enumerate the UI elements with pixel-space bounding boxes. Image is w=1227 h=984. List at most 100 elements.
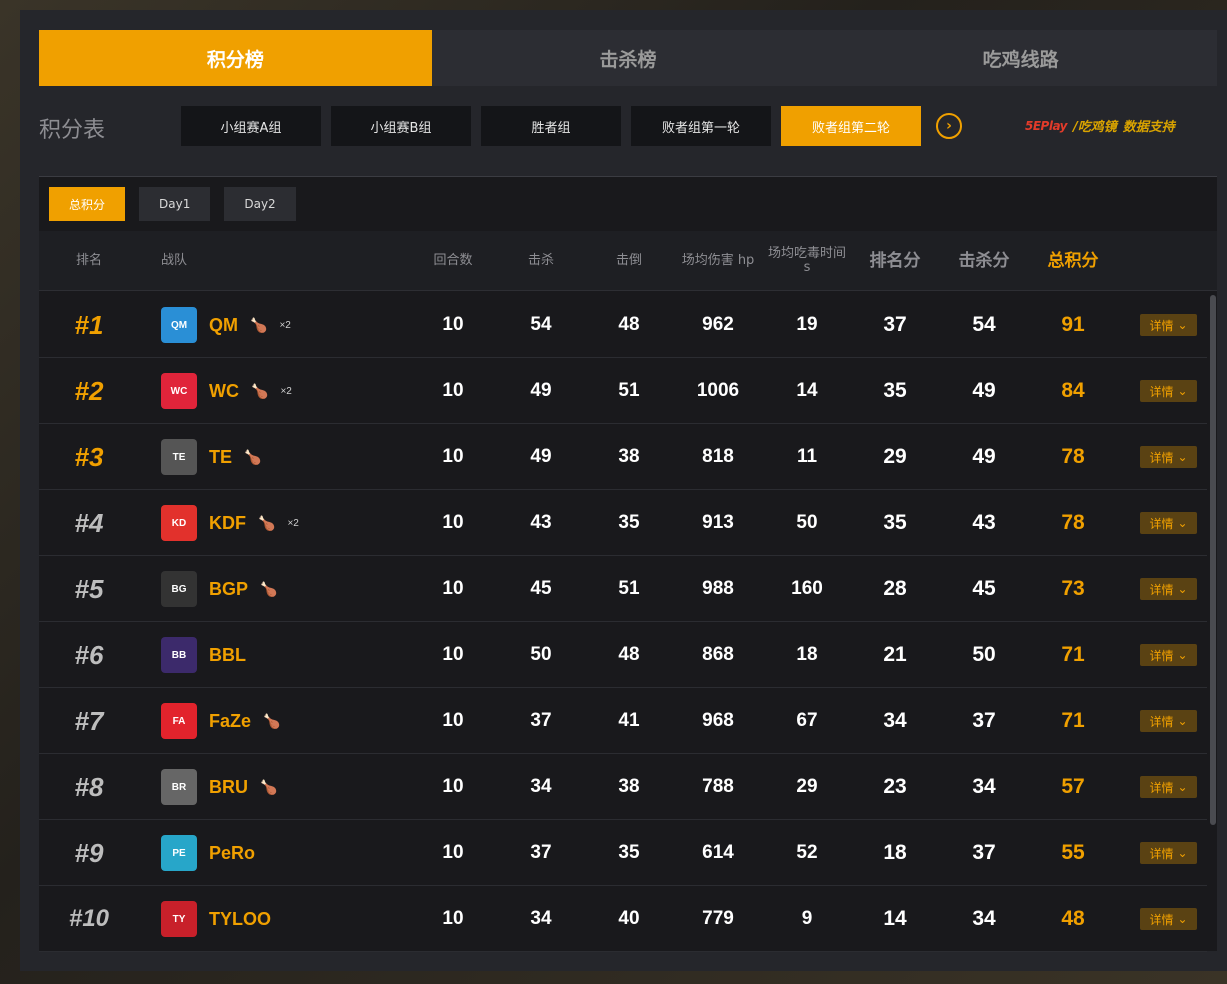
stage-winners-button[interactable]: 胜者组 (481, 106, 621, 146)
place-points: 34 (883, 709, 907, 732)
chicken-dinner-icon: 🍗 (258, 514, 276, 531)
team-cell: FA FaZe 🍗 (161, 688, 421, 754)
next-arrow-icon[interactable]: › (936, 113, 962, 139)
table-row: #4 KD KDF 🍗 ×2 10 43 35 913 50 35 43 78 … (39, 490, 1207, 556)
stage-losers-r1-button[interactable]: 败者组第一轮 (631, 106, 771, 146)
knocks: 40 (618, 908, 640, 929)
sponsor-credit: 5EPlay /吃鸡镜 数据支持 (1025, 116, 1175, 136)
knocks: 48 (618, 314, 640, 335)
detail-button[interactable]: 详情 ⌄ (1140, 842, 1197, 864)
table-row: #2 WC WC 🍗 ×2 10 49 51 1006 14 35 49 84 … (39, 358, 1207, 424)
team-name: FaZe (209, 710, 252, 731)
detail-button[interactable]: 详情 ⌄ (1140, 446, 1197, 468)
kills: 37 (530, 842, 552, 863)
avg-poison-time: 19 (796, 314, 818, 335)
page-title: 积分表 (39, 118, 106, 143)
header-avg-damage: 场均伤害 hp (681, 253, 755, 268)
rank: #4 (74, 507, 104, 538)
header-rank: 排名 (75, 253, 102, 268)
tab-day1[interactable]: Day1 (139, 187, 211, 221)
table-row: #1 QM QM 🍗 ×2 10 54 48 962 19 37 54 91 详… (39, 292, 1207, 358)
chevron-down-icon: ⌄ (1177, 714, 1188, 728)
kill-points: 49 (972, 379, 996, 402)
detail-label: 详情 (1149, 384, 1174, 399)
place-points: 14 (883, 907, 907, 930)
total-points: 78 (1061, 511, 1085, 534)
header-place-points: 排名分 (869, 251, 921, 271)
team-name: TYLOO (209, 908, 271, 929)
team-logo: WC (161, 373, 197, 409)
team-logo: KD (161, 505, 197, 541)
kills: 45 (530, 578, 552, 599)
kills: 37 (530, 710, 552, 731)
sponsor-logo-2: /吃鸡镜 (1073, 120, 1117, 135)
header-total-points: 总积分 (1047, 251, 1099, 271)
avg-poison-time: 67 (796, 710, 818, 731)
tab-points[interactable]: 积分榜 (39, 30, 432, 86)
rank: #9 (74, 837, 104, 868)
stage-group-a-button[interactable]: 小组赛A组 (181, 106, 321, 146)
knocks: 41 (618, 710, 640, 731)
team-name: BBL (209, 644, 246, 665)
team-logo: BG (161, 571, 197, 607)
chicken-count: ×2 (287, 517, 299, 529)
chevron-down-icon: ⌄ (1177, 450, 1188, 464)
detail-button[interactable]: 详情 ⌄ (1140, 380, 1197, 402)
team-name: KDF (209, 512, 246, 533)
chevron-down-icon: ⌄ (1177, 516, 1188, 530)
team-name: BGP (209, 578, 249, 599)
team-cell: BR BRU 🍗 (161, 754, 421, 820)
scrollbar[interactable] (1210, 295, 1216, 825)
tab-day2[interactable]: Day2 (224, 187, 296, 221)
avg-damage: 962 (702, 314, 734, 335)
kill-points: 43 (972, 511, 996, 534)
header-team: 战队 (160, 253, 187, 268)
avg-damage: 868 (702, 644, 734, 665)
team-cell: TE TE 🍗 (161, 424, 421, 490)
tab-total-points[interactable]: 总积分 (49, 187, 126, 221)
avg-damage: 988 (702, 578, 734, 599)
place-points: 18 (883, 841, 907, 864)
chicken-dinner-icon: 🍗 (260, 778, 278, 795)
table-body: #1 QM QM 🍗 ×2 10 54 48 962 19 37 54 91 详… (39, 292, 1207, 952)
tab-kills[interactable]: 击杀榜 (431, 30, 825, 86)
chicken-dinner-icon: 🍗 (250, 316, 268, 333)
kills: 49 (530, 446, 552, 467)
rounds: 10 (442, 314, 464, 335)
table-row: #6 BB BBL 🍗 10 50 48 868 18 21 50 71 详情 … (39, 622, 1207, 688)
stage-group-b-button[interactable]: 小组赛B组 (331, 106, 471, 146)
header-kills: 击杀 (527, 253, 554, 268)
detail-label: 详情 (1149, 516, 1174, 531)
rank: #7 (74, 705, 104, 736)
detail-label: 详情 (1149, 714, 1174, 729)
detail-button[interactable]: 详情 ⌄ (1140, 908, 1197, 930)
rounds: 10 (442, 908, 464, 929)
team-cell: WC WC 🍗 ×2 (161, 358, 421, 424)
detail-label: 详情 (1149, 648, 1174, 663)
rounds: 10 (442, 710, 464, 731)
rank: #5 (74, 573, 104, 604)
chevron-down-icon: ⌄ (1177, 780, 1188, 794)
kill-points: 49 (972, 445, 996, 468)
detail-button[interactable]: 详情 ⌄ (1140, 776, 1197, 798)
chicken-dinner-icon: 🍗 (260, 580, 278, 597)
avg-damage: 788 (702, 776, 734, 797)
table-row: #3 TE TE 🍗 10 49 38 818 11 29 49 78 详情 ⌄ (39, 424, 1207, 490)
avg-poison-time: 11 (796, 446, 818, 467)
header-knocks: 击倒 (615, 253, 642, 268)
detail-button[interactable]: 详情 ⌄ (1140, 512, 1197, 534)
detail-button[interactable]: 详情 ⌄ (1140, 314, 1197, 336)
team-name: BRU (209, 776, 248, 797)
rounds: 10 (442, 380, 464, 401)
stage-losers-r2-button[interactable]: 败者组第二轮 (781, 106, 921, 146)
tab-chicken-routes[interactable]: 吃鸡线路 (824, 30, 1218, 86)
detail-button[interactable]: 详情 ⌄ (1140, 710, 1197, 732)
team-cell: TY TYLOO 🍗 (161, 886, 421, 952)
detail-button[interactable]: 详情 ⌄ (1140, 644, 1197, 666)
kill-points: 37 (972, 709, 996, 732)
place-points: 21 (883, 643, 907, 666)
team-cell: QM QM 🍗 ×2 (161, 292, 421, 358)
detail-button[interactable]: 详情 ⌄ (1140, 578, 1197, 600)
avg-damage: 913 (702, 512, 734, 533)
avg-poison-time: 29 (796, 776, 818, 797)
